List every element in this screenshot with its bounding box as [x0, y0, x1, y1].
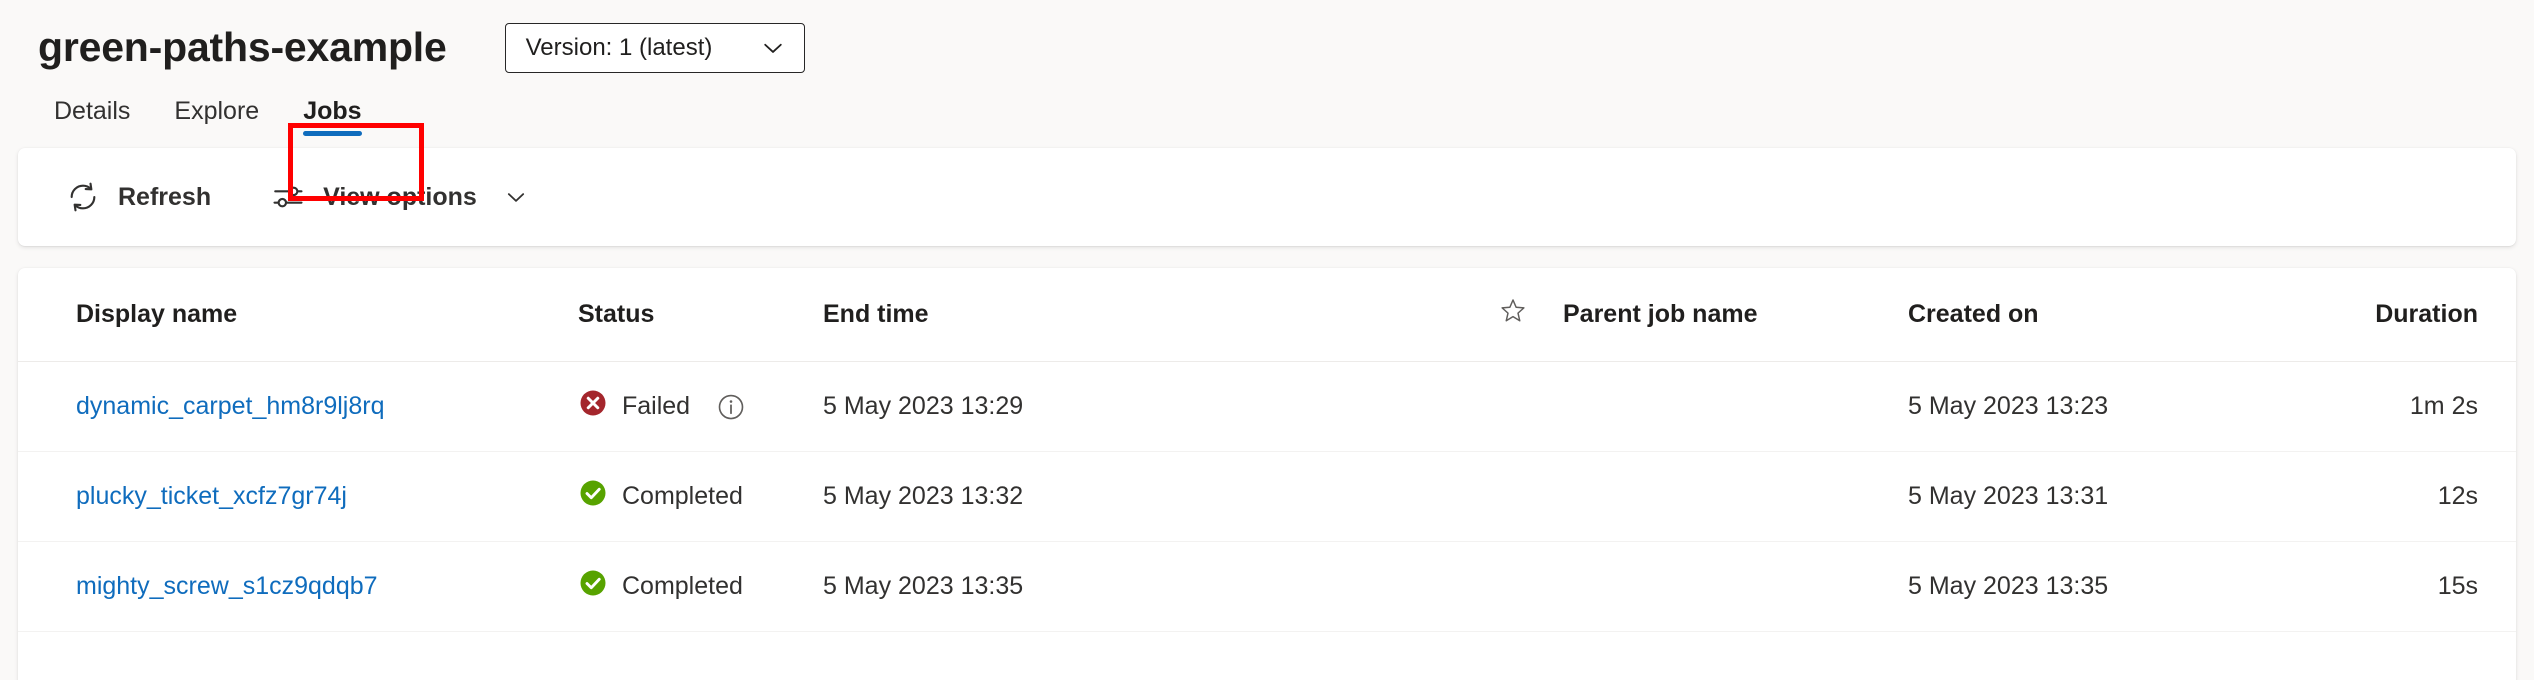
cell-status: Completed [578, 542, 823, 632]
success-circle-icon [578, 478, 608, 515]
tab-explore-label: Explore [174, 97, 259, 125]
chevron-down-icon [503, 184, 529, 210]
status-badge: Completed [622, 572, 743, 601]
tab-jobs-label: Jobs [303, 97, 361, 125]
cell-display-name: dynamic_carpet_hm8r9lj8rq [18, 362, 578, 452]
cell-duration: 1m 2s [2338, 362, 2516, 452]
status-badge: Failed [622, 392, 690, 421]
cell-end-time: 5 May 2023 13:32 [823, 452, 1463, 542]
page-title: green-paths-example [38, 25, 447, 70]
refresh-button-label: Refresh [118, 183, 211, 212]
cell-display-name: plucky_ticket_xcfz7gr74j [18, 452, 578, 542]
cell-end-time: 5 May 2023 13:35 [823, 542, 1463, 632]
table-row[interactable]: plucky_ticket_xcfz7gr74j Completed [18, 452, 2516, 542]
cell-created-on: 5 May 2023 13:31 [1908, 452, 2338, 542]
success-circle-icon [578, 568, 608, 605]
cell-favorite[interactable] [1463, 542, 1563, 632]
cell-created-on: 5 May 2023 13:23 [1908, 362, 2338, 452]
job-link[interactable]: plucky_ticket_xcfz7gr74j [76, 482, 347, 510]
jobs-table-head: Display name Status End time Parent job … [18, 268, 2516, 362]
cell-parent-job-name [1563, 362, 1908, 452]
jobs-table-card: Display name Status End time Parent job … [18, 268, 2516, 680]
tab-jobs[interactable]: Jobs [281, 99, 383, 140]
tab-list: Details Explore Jobs [0, 78, 2534, 140]
chevron-down-icon [760, 35, 786, 61]
error-circle-icon [578, 388, 608, 425]
view-options-button[interactable]: View options [271, 180, 529, 214]
version-dropdown-label: Version: 1 (latest) [526, 34, 713, 62]
sliders-icon [271, 180, 305, 214]
table-header-row: Display name Status End time Parent job … [18, 268, 2516, 362]
jobs-page: green-paths-example Version: 1 (latest) … [0, 0, 2534, 680]
cell-favorite[interactable] [1463, 452, 1563, 542]
jobs-table: Display name Status End time Parent job … [18, 268, 2516, 632]
jobs-table-body: dynamic_carpet_hm8r9lj8rq Failed [18, 362, 2516, 632]
star-outline-icon[interactable] [1498, 296, 1528, 326]
refresh-button[interactable]: Refresh [66, 180, 211, 214]
page-header: green-paths-example Version: 1 (latest) [0, 0, 2534, 78]
job-link[interactable]: mighty_screw_s1cz9qdqb7 [76, 572, 378, 600]
table-row[interactable]: mighty_screw_s1cz9qdqb7 Completed [18, 542, 2516, 632]
tab-details-label: Details [54, 97, 130, 125]
cell-end-time: 5 May 2023 13:29 [823, 362, 1463, 452]
table-row[interactable]: dynamic_carpet_hm8r9lj8rq Failed [18, 362, 2516, 452]
command-bar: Refresh View options [18, 148, 2516, 246]
column-header-parent-job-name[interactable]: Parent job name [1563, 268, 1908, 362]
cell-created-on: 5 May 2023 13:35 [1908, 542, 2338, 632]
column-header-duration[interactable]: Duration [2338, 268, 2516, 362]
info-circle-icon[interactable] [716, 392, 746, 422]
status-badge: Completed [622, 482, 743, 511]
version-dropdown[interactable]: Version: 1 (latest) [505, 23, 805, 73]
cell-parent-job-name [1563, 542, 1908, 632]
column-header-display-name[interactable]: Display name [18, 268, 578, 362]
job-link[interactable]: dynamic_carpet_hm8r9lj8rq [76, 392, 384, 420]
tab-explore[interactable]: Explore [152, 99, 281, 140]
column-header-favorite[interactable] [1463, 268, 1563, 362]
column-header-end-time[interactable]: End time [823, 268, 1463, 362]
cell-status: Failed [578, 362, 823, 452]
column-header-status[interactable]: Status [578, 268, 823, 362]
cell-duration: 15s [2338, 542, 2516, 632]
tab-details[interactable]: Details [32, 99, 152, 140]
cell-display-name: mighty_screw_s1cz9qdqb7 [18, 542, 578, 632]
cell-favorite[interactable] [1463, 362, 1563, 452]
view-options-button-label: View options [323, 183, 477, 212]
cell-status: Completed [578, 452, 823, 542]
cell-parent-job-name [1563, 452, 1908, 542]
column-header-created-on[interactable]: Created on [1908, 268, 2338, 362]
refresh-icon [66, 180, 100, 214]
cell-duration: 12s [2338, 452, 2516, 542]
